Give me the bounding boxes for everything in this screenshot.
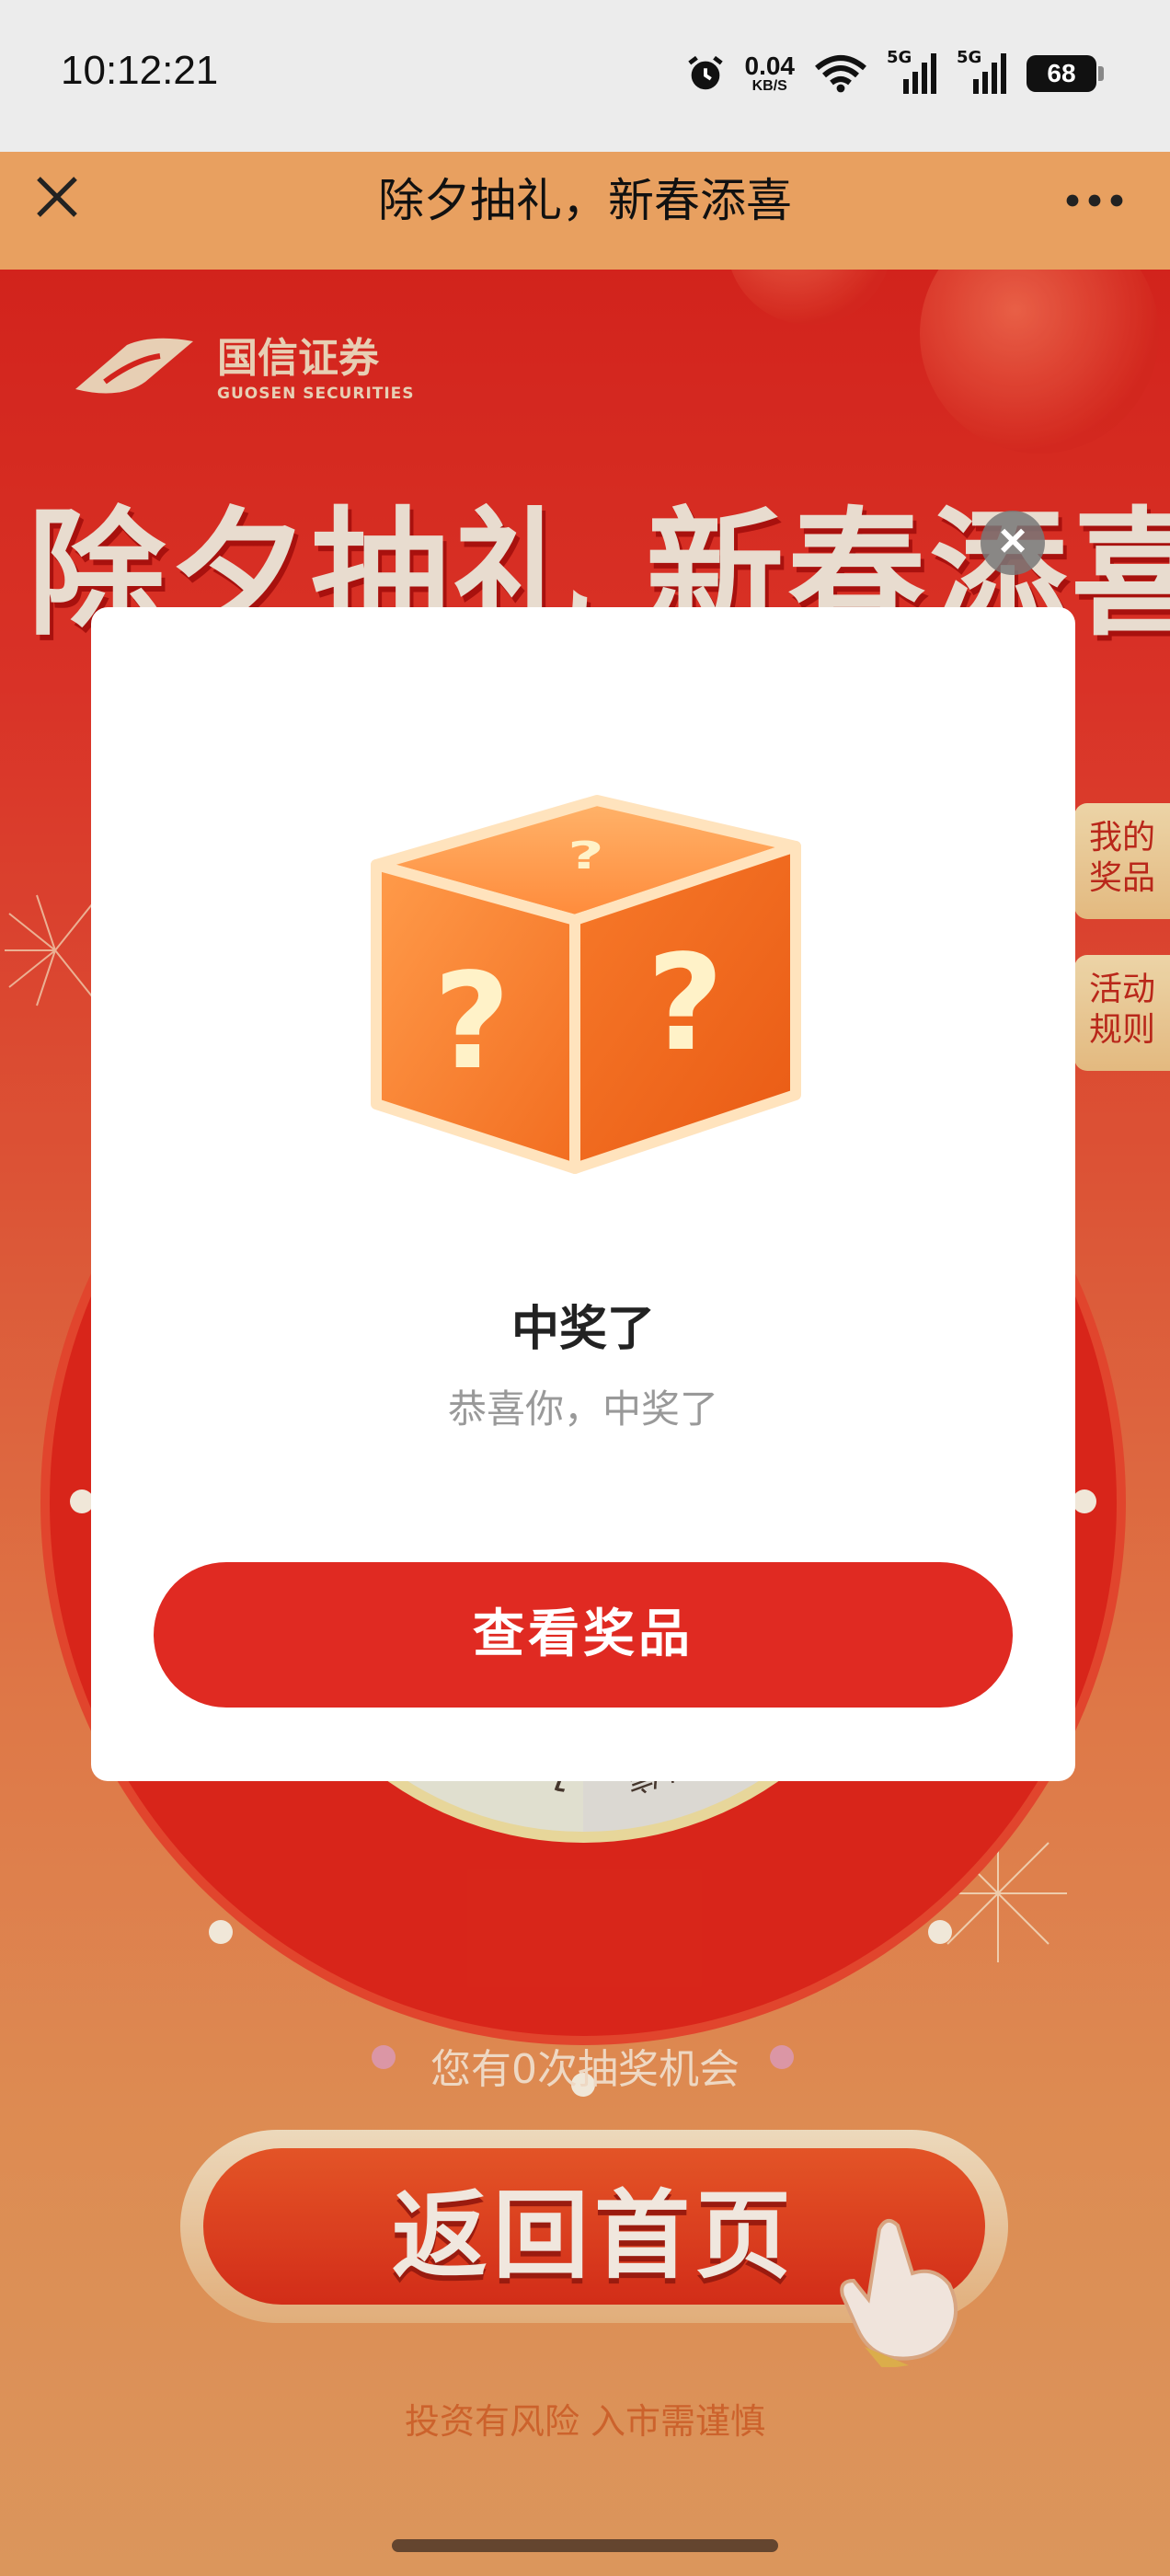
svg-text:?: ?: [433, 944, 510, 1098]
view-prize-button[interactable]: 查看奖品: [154, 1562, 1013, 1708]
status-bar: 10:12:21 0.04 KB/S 5G 5G 68 除夕抽礼，新春添喜: [0, 0, 1170, 227]
battery-icon: 68: [1027, 55, 1104, 92]
svg-text:?: ?: [568, 834, 603, 878]
modal-title: 中奖了: [510, 1302, 655, 1357]
mystery-box-icon: ? ? ?: [371, 795, 801, 1174]
modal-subtitle: 恭喜你，中奖了: [447, 1386, 718, 1432]
status-time: 10:12:21: [61, 48, 219, 93]
wifi-icon: [815, 55, 866, 93]
signal-icon: 5G: [957, 48, 1008, 94]
more-icon[interactable]: [1065, 184, 1124, 217]
status-icons: 0.04 KB/S 5G 5G 68: [684, 48, 1104, 99]
svg-text:?: ?: [647, 926, 724, 1080]
net-speed: 0.04 KB/S: [744, 52, 796, 94]
modal-close-button[interactable]: ×: [981, 511, 1045, 575]
page-title: 除夕抽礼，新春添喜: [378, 174, 792, 227]
prize-modal: ? ? ? 中奖了 恭喜你，中奖了 查看奖品: [91, 607, 1075, 1781]
signal-icon: 5G: [887, 48, 938, 94]
alarm-icon: [687, 55, 723, 90]
